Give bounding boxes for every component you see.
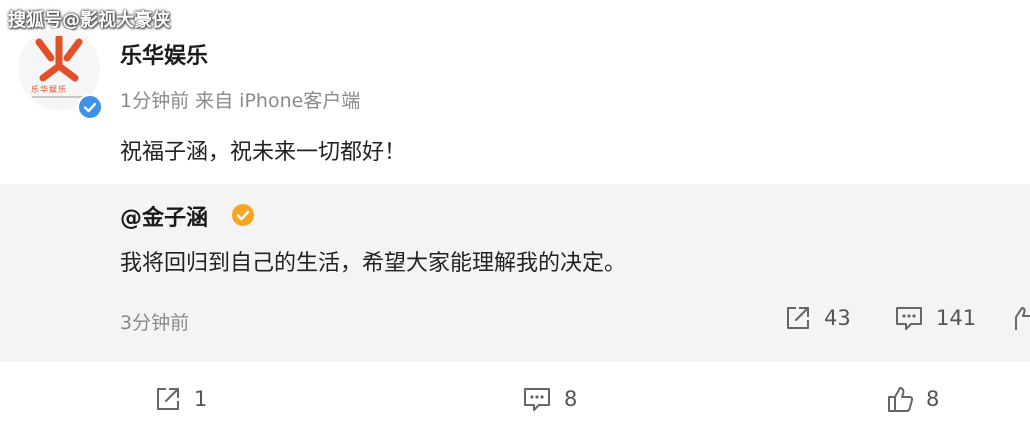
- repost-count: 1: [194, 387, 208, 411]
- post-meta: 1分钟前 来自 iPhone客户端: [120, 90, 361, 112]
- comment-icon: [524, 388, 550, 411]
- verified-blue-icon: [77, 94, 103, 120]
- quoted-text: 我将回归到自己的生活，希望大家能理解我的决定。: [120, 251, 627, 276]
- lehua-logo-icon: [35, 36, 83, 82]
- quoted-time: 3分钟前: [120, 312, 190, 334]
- quoted-author[interactable]: @金子涵: [120, 200, 208, 232]
- quoted-repost-button[interactable]: 43: [784, 304, 851, 332]
- like-icon: [1015, 307, 1030, 330]
- quoted-comment-count: 141: [936, 306, 977, 330]
- avatar-logo-text: 乐华娱乐: [31, 85, 67, 94]
- comment-icon: [896, 307, 922, 330]
- like-icon: [888, 387, 914, 412]
- repost-icon: [157, 388, 179, 410]
- verified-orange-icon: [232, 204, 254, 226]
- like-button[interactable]: 8: [886, 385, 939, 413]
- repost-button[interactable]: 1: [154, 385, 207, 413]
- quoted-comment-button[interactable]: 141: [894, 304, 976, 332]
- avatar-logo-divider: [32, 96, 84, 98]
- quoted-repost-count: 43: [824, 306, 851, 330]
- post-text: 祝福子涵，祝未来一切都好！: [120, 140, 407, 165]
- post-author[interactable]: 乐华娱乐: [120, 38, 208, 70]
- comment-count: 8: [564, 387, 578, 411]
- watermark: 搜狐号@影视大豪侠: [8, 10, 170, 31]
- quoted-like-button[interactable]: [1014, 304, 1030, 332]
- comment-button[interactable]: 8: [522, 385, 577, 413]
- like-count: 8: [926, 387, 940, 411]
- repost-icon: [787, 307, 809, 329]
